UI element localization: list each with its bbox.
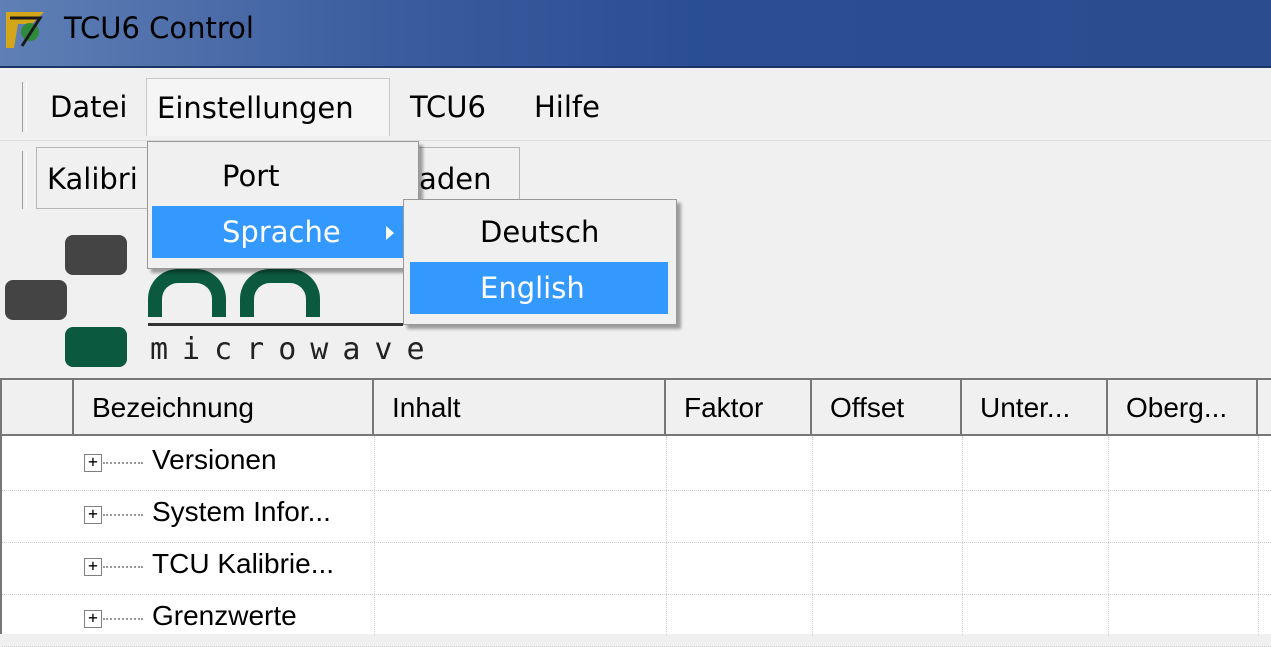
title-bar: TCU6 Control	[0, 0, 1271, 68]
tree-connector	[103, 618, 143, 620]
menu-datei[interactable]: Datei	[40, 78, 137, 136]
app-icon	[6, 12, 44, 48]
column-header-oberg[interactable]: Oberg...	[1108, 380, 1258, 436]
row-label: Versionen	[152, 444, 277, 475]
column-header-unter[interactable]: Unter...	[962, 380, 1108, 436]
table-row[interactable]: + TCU Kalibrie...	[2, 542, 1271, 595]
menu-tcu6[interactable]: TCU6	[400, 78, 496, 136]
expand-icon[interactable]: +	[84, 558, 102, 576]
column-header-extra	[1258, 380, 1271, 436]
logo-shape-1	[148, 269, 226, 317]
menubar-grip[interactable]	[22, 82, 27, 132]
logo-square-bottom	[65, 327, 127, 367]
table-row[interactable]: + System Infor...	[2, 490, 1271, 543]
menu-item-sprache[interactable]: Sprache	[152, 206, 412, 258]
tree-connector	[103, 462, 143, 464]
menu-hilfe[interactable]: Hilfe	[524, 78, 610, 136]
expand-icon[interactable]: +	[84, 610, 102, 628]
toolbar-grip[interactable]	[22, 151, 27, 209]
menu-einstellungen[interactable]: Einstellungen	[146, 78, 390, 136]
table-row[interactable]: + Versionen	[2, 438, 1271, 491]
menu-bar: Datei Einstellungen TCU6 Hilfe	[0, 68, 1271, 141]
language-submenu: Deutsch English	[403, 199, 677, 325]
expand-icon[interactable]: +	[84, 454, 102, 472]
row-header-corner	[2, 380, 74, 436]
window-title: TCU6 Control	[64, 11, 254, 45]
tree-connector	[103, 514, 143, 516]
menu-item-english[interactable]: English	[410, 262, 668, 314]
logo-underline	[148, 323, 403, 326]
column-header-inhalt[interactable]: Inhalt	[374, 380, 666, 436]
expand-icon[interactable]: +	[84, 506, 102, 524]
menu-item-deutsch[interactable]: Deutsch	[410, 206, 668, 258]
parameter-grid[interactable]: Bezeichnung Inhalt Faktor Offset Unter..…	[0, 378, 1271, 647]
settings-menu: Port Sprache	[147, 141, 419, 269]
table-row[interactable]: + Grenzwerte	[2, 594, 1271, 647]
tree-connector	[103, 566, 143, 568]
submenu-arrow-icon	[386, 226, 394, 240]
column-header-bezeichnung[interactable]: Bezeichnung	[74, 380, 374, 436]
logo-square-left	[5, 280, 67, 320]
menu-item-port[interactable]: Port	[152, 150, 412, 202]
menu-item-sprache-label: Sprache	[222, 215, 341, 249]
logo-shape-2	[240, 269, 320, 317]
column-header-faktor[interactable]: Faktor	[666, 380, 812, 436]
row-label: TCU Kalibrie...	[152, 548, 335, 579]
logo-text: microwave	[150, 332, 439, 367]
row-label: Grenzwerte	[152, 600, 297, 631]
logo-square-top	[65, 235, 127, 275]
row-label: System Infor...	[152, 496, 331, 527]
column-header-offset[interactable]: Offset	[812, 380, 962, 436]
